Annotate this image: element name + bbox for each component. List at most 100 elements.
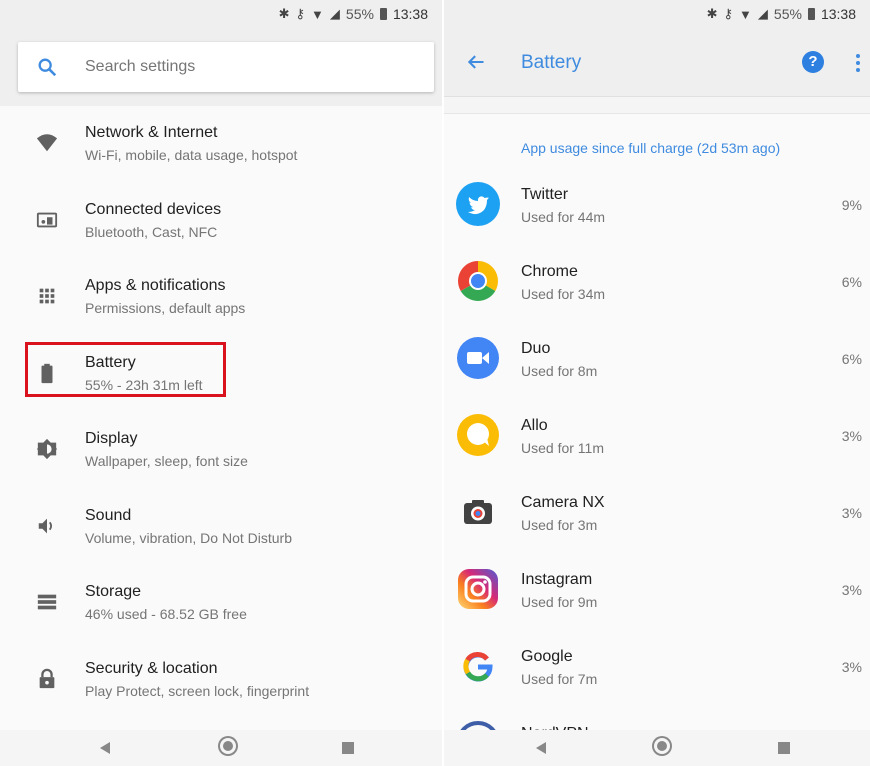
- nav-back-icon[interactable]: [100, 742, 110, 754]
- wifi-status-icon: ▼: [739, 6, 752, 22]
- storage-icon: [37, 594, 57, 610]
- app-bar: Battery ?: [444, 30, 870, 97]
- app-usage-item[interactable]: Twitter Used for 44m 9%: [444, 167, 870, 244]
- settings-item-storage[interactable]: Storage 46% used - 68.52 GB free: [0, 565, 442, 642]
- wifi-status-icon: ▼: [311, 6, 324, 22]
- chrome-icon: [458, 261, 498, 301]
- settings-item-title: Connected devices: [85, 200, 222, 218]
- app-name: Duo: [521, 340, 551, 357]
- instagram-icon: [458, 569, 498, 609]
- settings-item-title: Storage: [85, 583, 142, 600]
- settings-item-title: Display: [85, 430, 138, 447]
- search-icon: [38, 58, 57, 77]
- app-usage-item[interactable]: Camera NX Used for 3m 3%: [444, 475, 870, 552]
- battery-summary-divider: [444, 97, 870, 114]
- app-usage-item[interactable]: Chrome Used for 34m 6%: [444, 244, 870, 321]
- app-usage-item[interactable]: Allo Used for 11m 3%: [444, 398, 870, 475]
- battery-percent: 55%: [345, 6, 374, 22]
- devices-icon: [36, 212, 58, 227]
- nav-home-icon[interactable]: [654, 738, 670, 754]
- app-usage-time: Used for 8m: [521, 363, 598, 379]
- app-name: Instagram: [521, 571, 593, 588]
- status-bar: ✱ ⚷ ▼ ◢ 55% 13:38: [444, 0, 870, 30]
- navigation-bar: [0, 730, 442, 766]
- settings-item-network[interactable]: Network & Internet Wi-Fi, mobile, data u…: [0, 106, 442, 183]
- brightness-icon: [36, 438, 58, 460]
- nav-recents-icon[interactable]: [778, 742, 790, 754]
- twitter-icon: [456, 182, 500, 226]
- settings-item-apps[interactable]: Apps & notifications Permissions, defaul…: [0, 259, 442, 336]
- bluetooth-icon: ✱: [706, 6, 718, 21]
- settings-item-security[interactable]: Security & location Play Protect, screen…: [0, 642, 442, 719]
- settings-list: Network & Internet Wi-Fi, mobile, data u…: [0, 106, 442, 718]
- vpn-key-icon: ⚷: [723, 6, 734, 21]
- nav-recents-icon[interactable]: [342, 742, 354, 754]
- app-battery-percent: 6%: [841, 351, 862, 367]
- app-usage-item[interactable]: Duo Used for 8m 6%: [444, 321, 870, 398]
- wifi-icon: [36, 134, 58, 152]
- settings-screen: ✱ ⚷ ▼ ◢ 55% 13:38 Search settings Networ…: [0, 0, 442, 766]
- settings-item-title: Apps & notifications: [85, 277, 226, 294]
- app-usage-time: Used for 9m: [521, 594, 598, 610]
- settings-item-subtitle: Play Protect, screen lock, fingerprint: [85, 682, 310, 699]
- navigation-bar: [444, 730, 870, 766]
- settings-item-sound[interactable]: Sound Volume, vibration, Do Not Disturb: [0, 489, 442, 566]
- bluetooth-icon: ✱: [278, 6, 290, 21]
- signal-icon: ◢: [757, 6, 768, 21]
- app-usage-time: Used for 34m: [521, 286, 606, 302]
- app-name: Chrome: [521, 263, 578, 280]
- battery-percent: 55%: [773, 6, 802, 22]
- allo-icon: [457, 414, 499, 456]
- app-usage-item[interactable]: Google Used for 7m 3%: [444, 629, 870, 706]
- vpn-key-icon: ⚷: [295, 6, 306, 21]
- lock-icon: [39, 668, 55, 688]
- battery-status-icon: [379, 8, 387, 20]
- battery-status-icon: [807, 8, 815, 20]
- app-usage-time: Used for 7m: [521, 671, 598, 687]
- search-area: Search settings: [0, 30, 442, 106]
- app-name: Camera NX: [521, 494, 605, 511]
- camera-icon: [464, 500, 492, 524]
- duo-icon: [457, 337, 499, 379]
- settings-item-subtitle: Volume, vibration, Do Not Disturb: [85, 529, 292, 546]
- app-battery-percent: 3%: [841, 505, 862, 521]
- app-usage-time: Used for 3m: [521, 517, 598, 533]
- settings-item-subtitle: Wallpaper, sleep, font size: [85, 453, 248, 469]
- nav-home-icon[interactable]: [220, 738, 236, 754]
- settings-item-connected-devices[interactable]: Connected devices Bluetooth, Cast, NFC: [0, 183, 442, 260]
- settings-item-title: Sound: [85, 506, 132, 524]
- battery-screen: ✱ ⚷ ▼ ◢ 55% 13:38 Battery ? App usage si…: [444, 0, 870, 766]
- page-title: Battery: [521, 52, 582, 73]
- app-battery-percent: 9%: [841, 197, 862, 213]
- app-battery-percent: 3%: [841, 582, 862, 598]
- signal-icon: ◢: [329, 6, 340, 21]
- search-input[interactable]: Search settings: [18, 42, 434, 92]
- app-battery-percent: 3%: [841, 428, 862, 444]
- clock: 13:38: [392, 6, 428, 22]
- volume-icon: [38, 518, 53, 533]
- more-options-icon[interactable]: [856, 54, 860, 75]
- settings-item-subtitle: 46% used - 68.52 GB free: [85, 606, 247, 622]
- settings-item-subtitle: Bluetooth, Cast, NFC: [85, 223, 218, 240]
- back-arrow-icon[interactable]: [466, 52, 486, 72]
- settings-item-title: Security & location: [85, 659, 218, 677]
- clock: 13:38: [820, 6, 856, 22]
- status-bar: ✱ ⚷ ▼ ◢ 55% 13:38: [0, 0, 442, 30]
- app-usage-time: Used for 44m: [521, 209, 606, 225]
- settings-item-title: Network & Internet: [85, 124, 218, 141]
- battery-highlight-box: [25, 342, 226, 397]
- app-usage-list: Twitter Used for 44m 9% Chrome Used for …: [444, 167, 870, 766]
- usage-header: App usage since full charge (2d 53m ago): [521, 140, 781, 156]
- app-usage-time: Used for 11m: [521, 440, 604, 456]
- settings-item-display[interactable]: Display Wallpaper, sleep, font size: [0, 412, 442, 489]
- help-icon[interactable]: ?: [802, 51, 824, 73]
- google-icon: [463, 651, 493, 682]
- settings-item-subtitle: Permissions, default apps: [85, 300, 246, 316]
- settings-item-subtitle: Wi-Fi, mobile, data usage, hotspot: [85, 147, 298, 163]
- app-name: Twitter: [521, 186, 569, 203]
- app-battery-percent: 6%: [841, 274, 862, 290]
- nav-back-icon[interactable]: [536, 742, 546, 754]
- app-usage-item[interactable]: Instagram Used for 9m 3%: [444, 552, 870, 629]
- app-battery-percent: 3%: [841, 659, 862, 675]
- apps-grid-icon: [39, 288, 55, 304]
